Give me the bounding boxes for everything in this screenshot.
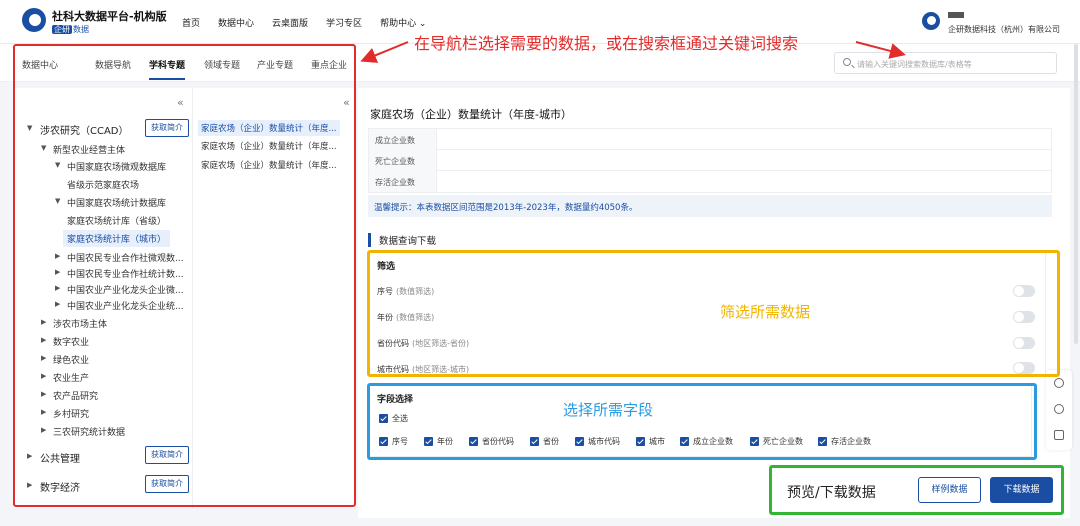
org-logo-icon[interactable] bbox=[922, 12, 940, 30]
annotation-box-fields bbox=[367, 383, 1037, 460]
table-row: 存活企业数 bbox=[369, 171, 1051, 192]
annotation-text-navigation: 在导航栏选择需要的数据，或在搜索框通过关键词搜索 bbox=[414, 34, 799, 53]
data-range-tip: 温馨提示：本表数据区间范围是2013年-2023年，数据量约4050条。 bbox=[368, 195, 1052, 217]
brand-tag: 企研 bbox=[52, 25, 72, 34]
annotation-text-fields: 选择所需字段 bbox=[563, 401, 654, 419]
platform-title: 社科大数据平台-机构版 bbox=[52, 10, 167, 23]
stat-label: 存活企业数 bbox=[369, 171, 437, 192]
nav-data-center[interactable]: 数据中心 bbox=[218, 16, 254, 29]
annotation-text-download: 预览/下载数据 bbox=[787, 485, 876, 501]
page-scrollbar[interactable] bbox=[1074, 44, 1078, 344]
nav-help[interactable]: 帮助中心 ⌄ bbox=[380, 16, 426, 29]
headset-icon[interactable] bbox=[1054, 404, 1064, 414]
nav-home[interactable]: 首页 bbox=[182, 16, 200, 29]
user-name-redacted[interactable] bbox=[948, 12, 964, 18]
user-org[interactable]: 企研数据科技（杭州）有限公司 bbox=[948, 24, 1060, 35]
table-row: 成立企业数 bbox=[369, 129, 1051, 150]
annotation-text-filter: 筛选所需数据 bbox=[720, 303, 811, 321]
brand-tag-suffix: 数据 bbox=[73, 25, 89, 34]
nav-cloud-desktop[interactable]: 云桌面版 bbox=[272, 16, 308, 29]
side-toolbar bbox=[1046, 370, 1072, 450]
page-title: 家庭农场（企业）数量统计（年度-城市） bbox=[370, 108, 572, 121]
nav-learning[interactable]: 学习专区 bbox=[326, 16, 362, 29]
section-title: 数据查询下载 bbox=[368, 233, 436, 247]
search-icon bbox=[843, 58, 851, 66]
table-row: 死亡企业数 bbox=[369, 150, 1051, 171]
annotation-box-filter bbox=[367, 250, 1060, 377]
stat-label: 死亡企业数 bbox=[369, 150, 437, 171]
platform-logo-icon[interactable] bbox=[22, 8, 46, 32]
stat-label: 成立企业数 bbox=[369, 129, 437, 150]
annotation-box-navigation bbox=[13, 44, 356, 507]
brand-subtitle: 企研 数据 bbox=[52, 24, 89, 35]
document-icon[interactable] bbox=[1054, 430, 1064, 440]
stats-table: 成立企业数 死亡企业数 存活企业数 bbox=[368, 128, 1052, 193]
speaker-icon[interactable] bbox=[1054, 378, 1064, 388]
main-nav: 首页 数据中心 云桌面版 学习专区 帮助中心 ⌄ bbox=[182, 16, 426, 29]
search-input[interactable]: 请输入关键词搜索数据库/表格等 bbox=[834, 52, 1057, 74]
search-placeholder: 请输入关键词搜索数据库/表格等 bbox=[857, 60, 972, 69]
